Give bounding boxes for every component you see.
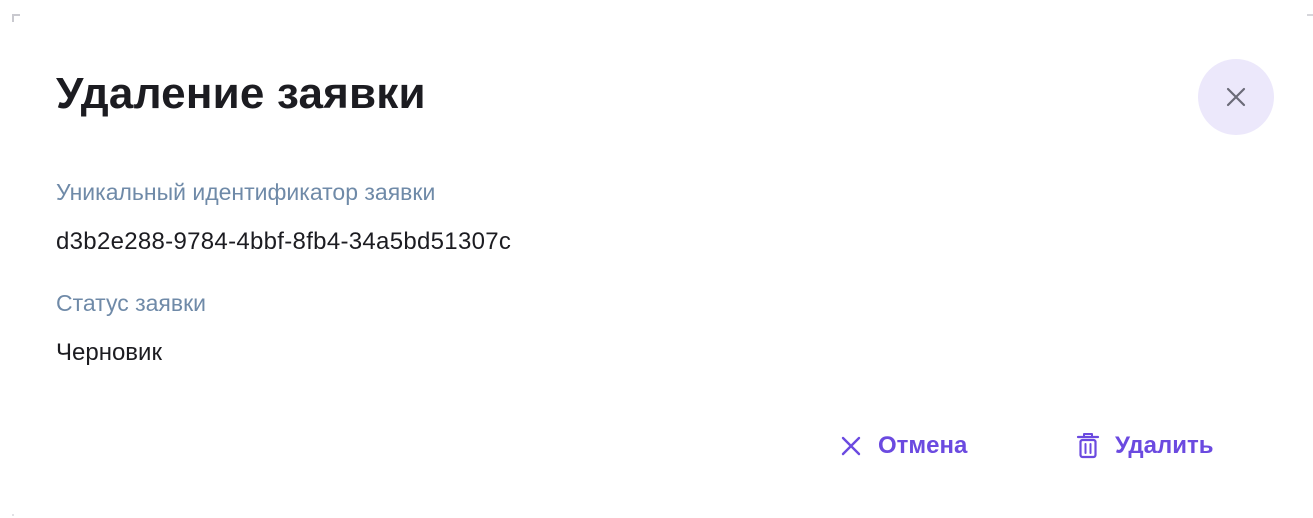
request-status-label: Статус заявки bbox=[56, 290, 207, 316]
delete-button[interactable]: Удалить bbox=[1075, 428, 1214, 464]
corner-decoration bbox=[12, 514, 14, 516]
close-button[interactable] bbox=[1198, 59, 1274, 135]
delete-button-label: Удалить bbox=[1115, 432, 1214, 459]
request-id-value: d3b2e288-9784-4bbf-8fb4-34a5bd51307c bbox=[56, 228, 512, 255]
close-icon bbox=[1224, 85, 1248, 109]
dialog-title: Удаление заявки bbox=[56, 69, 426, 118]
cancel-button[interactable]: Отмена bbox=[838, 428, 967, 464]
trash-icon bbox=[1075, 432, 1101, 460]
corner-decoration bbox=[1307, 14, 1313, 22]
delete-request-dialog: Удаление заявки Уникальный идентификатор… bbox=[0, 0, 1313, 518]
corner-decoration bbox=[12, 14, 20, 22]
close-icon bbox=[838, 432, 864, 460]
cancel-button-label: Отмена bbox=[878, 432, 968, 459]
request-status-value: Черновик bbox=[56, 339, 162, 366]
request-id-label: Уникальный идентификатор заявки bbox=[56, 179, 436, 205]
